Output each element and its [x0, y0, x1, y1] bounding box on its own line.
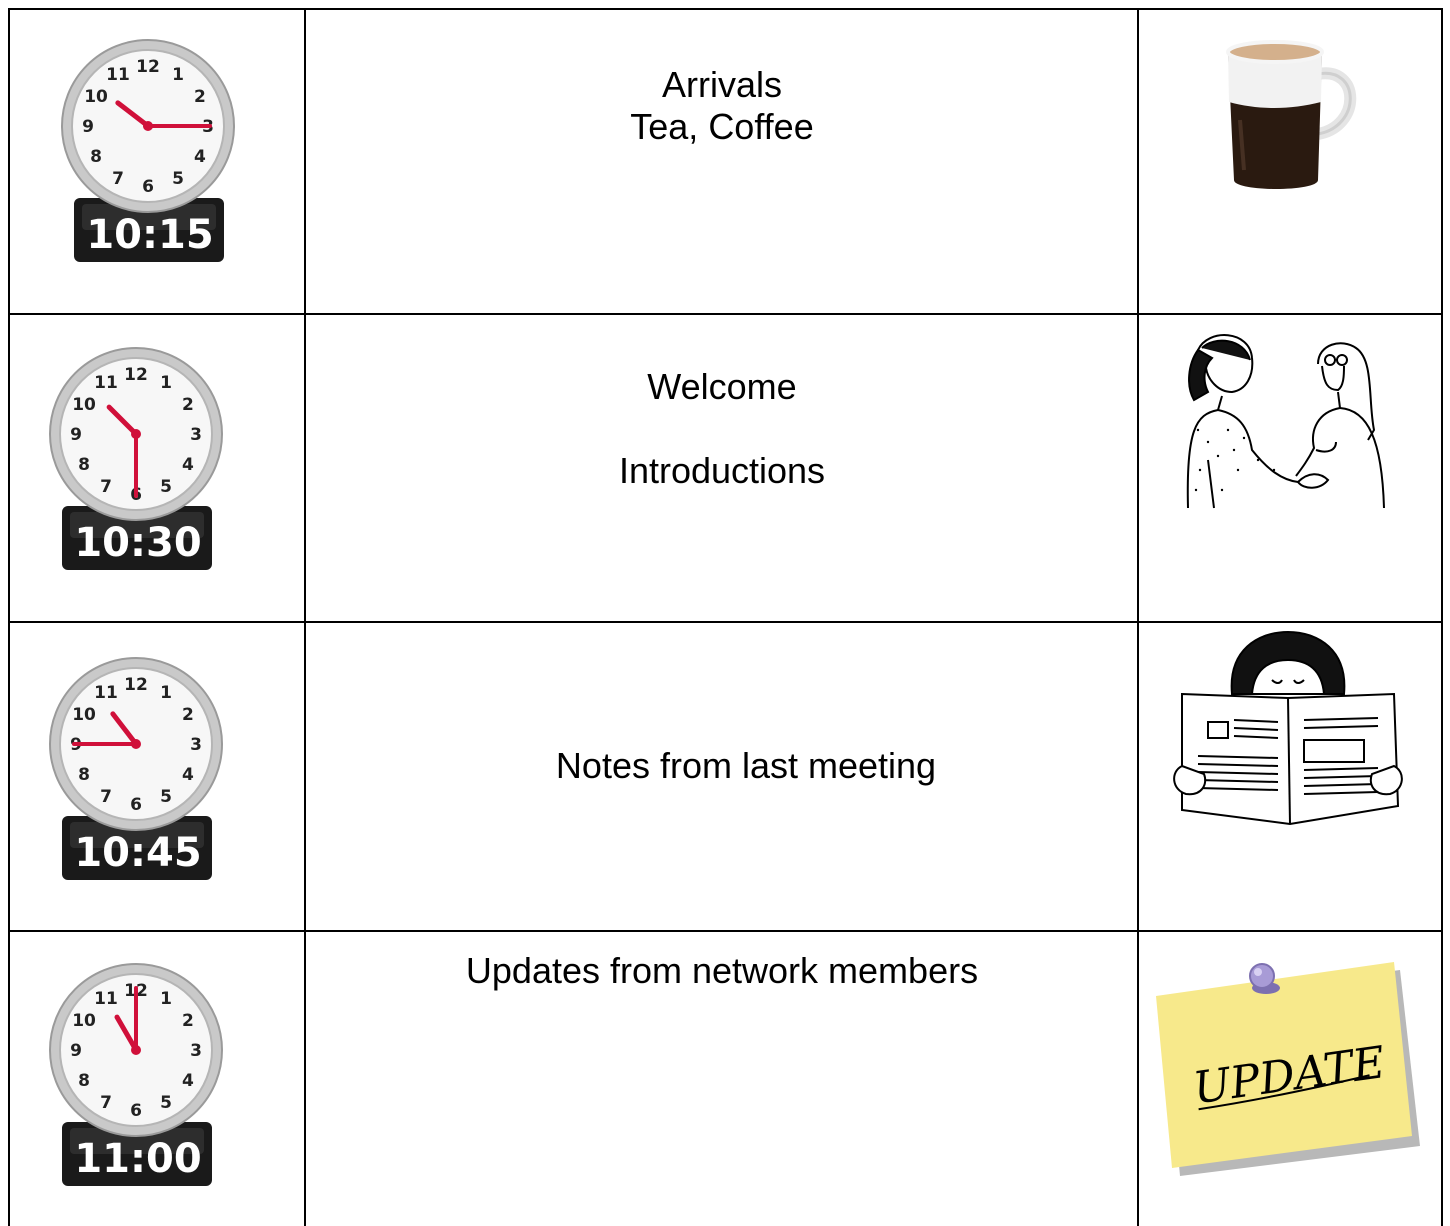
clock-number: 11 — [94, 373, 118, 393]
clock-number: 1 — [160, 373, 172, 393]
activity-line: Welcome — [647, 366, 797, 407]
clock-icon: 12123456789101110:45 — [49, 657, 223, 880]
clock-number: 7 — [100, 787, 112, 807]
activity-line: Introductions — [618, 450, 826, 491]
activity-line: Updates from network members — [465, 950, 979, 991]
clock-number: 8 — [78, 1071, 90, 1091]
clock-time-label: 11:00 — [74, 1136, 201, 1182]
table-border-right — [1441, 8, 1443, 1226]
clock-number: 2 — [182, 705, 194, 725]
clock-time-label: 10:30 — [74, 520, 201, 566]
clock-number: 11 — [106, 65, 130, 85]
clock-number: 3 — [190, 1041, 202, 1061]
clock-number: 11 — [94, 683, 118, 703]
clock-number: 4 — [182, 1071, 194, 1091]
clock-number: 10 — [72, 1011, 96, 1031]
table-border-top — [8, 8, 1443, 10]
clock-number: 9 — [70, 1041, 82, 1061]
clock-number: 8 — [78, 765, 90, 785]
clock-number: 6 — [130, 1101, 142, 1121]
clock-number: 7 — [100, 1093, 112, 1113]
activity-notes: Notes from last meeting — [306, 745, 1138, 787]
activity-updates: Updates from network members — [306, 950, 1138, 992]
clock-number: 2 — [182, 1011, 194, 1031]
clock-number: 10 — [72, 705, 96, 725]
handshake-icon — [1186, 334, 1385, 509]
clock-number: 8 — [90, 147, 102, 167]
clock-number: 1 — [172, 65, 184, 85]
clock-icon: 12123456789101110:30 — [49, 347, 223, 570]
row-divider-1 — [8, 313, 1443, 315]
clock-number: 4 — [194, 147, 206, 167]
clock-number: 5 — [172, 169, 184, 189]
activity-line: Arrivals — [661, 64, 782, 105]
clock-time-label: 10:15 — [86, 212, 213, 258]
clock-number: 3 — [190, 735, 202, 755]
activity-line: Notes from last meeting — [555, 745, 937, 786]
clock-number: 7 — [112, 169, 124, 189]
clock-number: 2 — [182, 395, 194, 415]
clock-number: 12 — [136, 57, 160, 77]
clock-number: 12 — [124, 675, 148, 695]
clock-number: 1 — [160, 683, 172, 703]
clock-number: 11 — [94, 989, 118, 1009]
update-sticky-note-icon: UPDATE — [1156, 962, 1420, 1176]
clock-number: 12 — [124, 365, 148, 385]
clock-number: 9 — [82, 117, 94, 137]
clock-number: 9 — [70, 425, 82, 445]
column-divider-1 — [304, 8, 306, 1226]
row-divider-2 — [8, 621, 1443, 623]
table-border-left — [8, 8, 10, 1226]
clock-number: 3 — [190, 425, 202, 445]
clock-number: 5 — [160, 787, 172, 807]
clock-number: 5 — [160, 477, 172, 497]
clock-number: 7 — [100, 477, 112, 497]
activity-arrivals: Arrivals Tea, Coffee — [306, 64, 1138, 148]
clock-number: 10 — [72, 395, 96, 415]
clock-time-label: 10:45 — [74, 830, 201, 876]
activity-line: Tea, Coffee — [630, 106, 814, 147]
clock-number: 4 — [182, 765, 194, 785]
clock-number: 6 — [130, 795, 142, 815]
coffee-mug-icon — [1226, 40, 1357, 189]
clock-number: 1 — [160, 989, 172, 1009]
clock-number: 5 — [160, 1093, 172, 1113]
clock-icon: 12123456789101110:15 — [61, 39, 235, 262]
clock-number: 4 — [182, 455, 194, 475]
clock-number: 8 — [78, 455, 90, 475]
clock-icon: 12123456789101111:00 — [49, 963, 223, 1186]
clock-number: 10 — [84, 87, 108, 107]
reading-newspaper-icon — [1173, 630, 1403, 826]
activity-welcome: Welcome Introductions — [306, 366, 1138, 492]
clock-number: 6 — [142, 177, 154, 197]
row-divider-3 — [8, 930, 1443, 932]
column-divider-2 — [1137, 8, 1139, 1226]
clock-number: 2 — [194, 87, 206, 107]
